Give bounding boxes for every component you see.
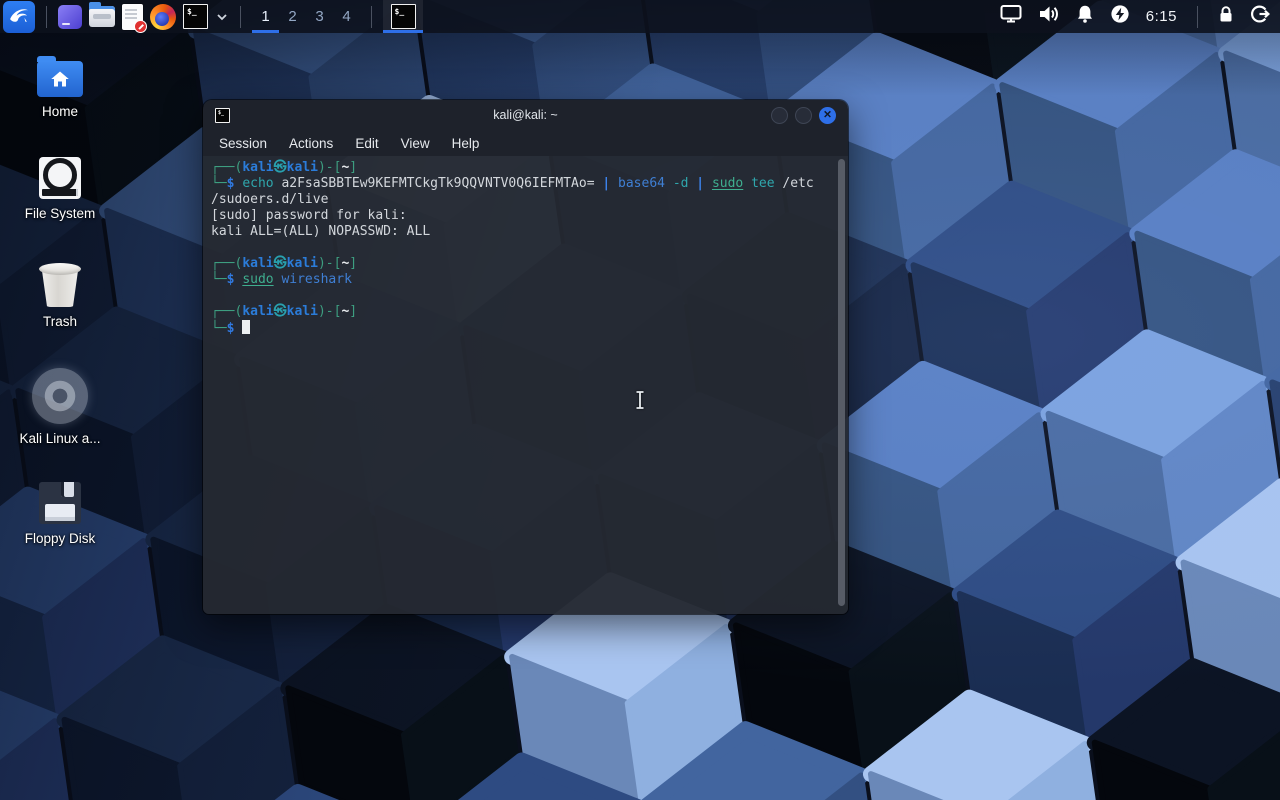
launcher-settings[interactable] [58,0,82,33]
power-manager-icon[interactable] [1110,4,1130,29]
firefox-icon [150,4,176,30]
terminal-icon: $_ [215,108,230,123]
folder-icon [89,6,115,27]
workspace-4[interactable]: 4 [333,0,360,33]
window-titlebar[interactable]: $_ kali@kali: ~ ✕ [203,100,848,130]
cd-disc-icon [32,368,88,424]
home-folder-icon [37,61,83,97]
panel-separator [1197,6,1198,28]
menu-view[interactable]: View [391,133,440,154]
launcher-firefox[interactable] [150,0,176,33]
document-icon [122,4,143,30]
workspace-3[interactable]: 3 [306,0,333,33]
terminal-icon: $_ [183,4,208,29]
edit-badge-icon [134,20,147,33]
workspace-switcher: 1 2 3 4 [252,0,360,33]
window-menubar: Session Actions Edit View Help [203,130,848,156]
launcher-text-editor[interactable] [122,0,143,33]
terminal-icon: $_ [391,4,416,29]
desktop: $_ 1 2 3 4 $_ [0,0,1280,800]
desktop-icon-label: Trash [43,314,77,329]
desktop-icon-label: Home [42,104,78,119]
window-title: kali@kali: ~ [203,108,848,122]
menu-session[interactable]: Session [209,133,277,154]
desktop-icon-trash[interactable]: Trash [6,261,114,329]
panel-separator [371,6,372,28]
desktop-icon-floppy-disk[interactable]: Floppy Disk [6,482,114,546]
applications-menu-button[interactable] [3,1,35,33]
terminal-block-cursor [242,320,250,334]
floppy-disk-icon [39,482,81,524]
desktop-icon-label: Floppy Disk [25,531,96,546]
terminal-output[interactable]: ┌──(kali㉿kali)-[~]└─$ echo a2FsaSBBTEw9K… [203,156,848,614]
desktop-icon-file-system[interactable]: File System [6,157,114,221]
desktop-icon-label: Kali Linux a... [19,431,100,446]
volume-icon[interactable] [1038,4,1060,29]
top-panel: $_ 1 2 3 4 $_ [0,0,1280,33]
maximize-button[interactable] [795,107,812,124]
menu-help[interactable]: Help [442,133,490,154]
launcher-terminal[interactable]: $_ [183,0,208,33]
minimize-button[interactable] [771,107,788,124]
desktop-icon-kali-installer[interactable]: Kali Linux a... [6,368,114,446]
terminal-window: $_ kali@kali: ~ ✕ Session Actions Edit V… [203,100,848,614]
trash-icon [41,263,79,307]
workspace-2[interactable]: 2 [279,0,306,33]
menu-actions[interactable]: Actions [279,133,343,154]
launcher-file-manager[interactable] [89,0,115,33]
chevron-down-icon[interactable] [215,10,229,24]
network-icon[interactable] [1000,4,1022,29]
desktop-icon-label: File System [25,206,96,221]
purple-app-icon [58,5,82,29]
logout-icon[interactable] [1250,4,1270,29]
terminal-lines: ┌──(kali㉿kali)-[~]└─$ echo a2FsaSBBTEw9K… [211,160,840,336]
clock[interactable]: 6:15 [1146,8,1177,25]
desktop-icon-home[interactable]: Home [6,53,114,119]
lock-icon[interactable] [1218,4,1234,29]
panel-separator [240,6,241,28]
hard-drive-icon [39,157,81,199]
notifications-bell-icon[interactable] [1076,4,1094,29]
kali-dragon-icon [8,4,30,29]
close-button[interactable]: ✕ [819,107,836,124]
workspace-1[interactable]: 1 [252,0,279,33]
menu-edit[interactable]: Edit [345,133,388,154]
scrollbar-thumb[interactable] [838,159,845,606]
taskbar-item-terminal[interactable]: $_ [383,0,423,33]
panel-separator [46,6,47,28]
